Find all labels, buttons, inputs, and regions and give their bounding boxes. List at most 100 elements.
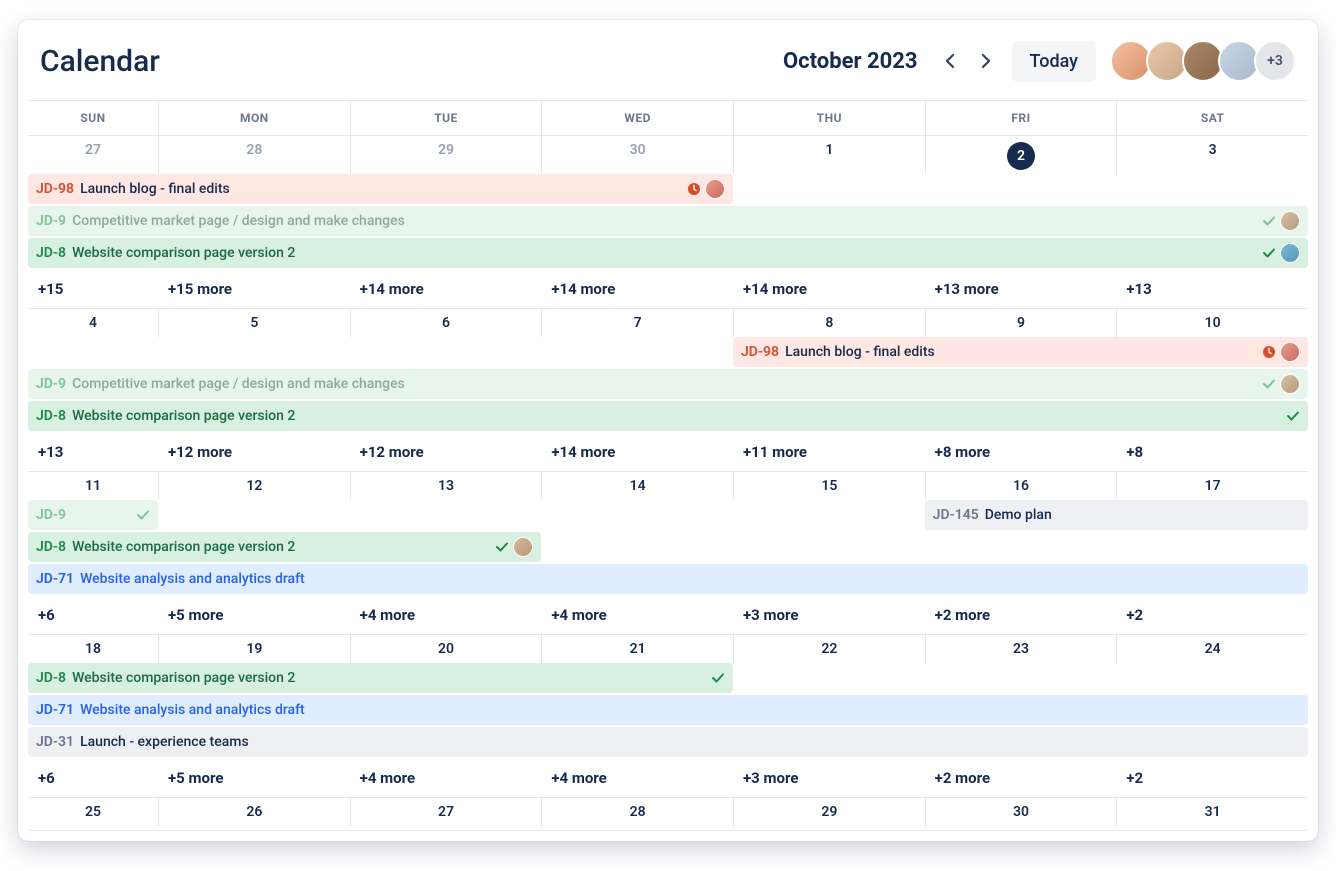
show-more-link[interactable]: +15 (28, 274, 158, 308)
show-more-link[interactable]: +14 more (350, 274, 542, 308)
issue-key: JD-98 (741, 344, 779, 360)
calendar-event[interactable]: JD-9 Competitive market page / design an… (28, 369, 1308, 399)
prev-month-button[interactable] (932, 43, 968, 79)
day-cell[interactable]: 1 (733, 136, 925, 174)
day-cell[interactable]: 30 (925, 798, 1117, 826)
day-cell[interactable]: 10 (1116, 309, 1308, 337)
event-title: Competitive market page / design and mak… (72, 213, 405, 229)
event-title: Website comparison page version 2 (72, 670, 295, 686)
show-more-link[interactable]: +2 (1116, 763, 1308, 797)
show-more-link[interactable]: +5 more (158, 600, 350, 634)
event-title: Website analysis and analytics draft (80, 702, 305, 718)
show-more-link[interactable]: +2 more (925, 763, 1117, 797)
day-cell[interactable]: 16 (925, 472, 1117, 500)
day-cell[interactable]: 5 (158, 309, 350, 337)
calendar-event[interactable]: JD-98 Launch blog - final edits (28, 174, 733, 204)
show-more-link[interactable]: +15 more (158, 274, 350, 308)
show-more-link[interactable]: +12 more (350, 437, 542, 471)
day-cell[interactable]: 19 (158, 635, 350, 663)
show-more-link[interactable]: +6 (28, 763, 158, 797)
show-more-link[interactable]: +3 more (733, 763, 925, 797)
day-cell[interactable]: 22 (733, 635, 925, 663)
check-icon (1262, 246, 1276, 260)
day-cell[interactable]: 20 (350, 635, 542, 663)
day-cell[interactable]: 15 (733, 472, 925, 500)
calendar-event[interactable]: JD-8 Website comparison page version 2 (28, 532, 541, 562)
show-more-link[interactable]: +3 more (733, 600, 925, 634)
day-cell[interactable]: 26 (158, 798, 350, 826)
day-cell[interactable]: 14 (541, 472, 733, 500)
show-more-link[interactable]: +11 more (733, 437, 925, 471)
calendar-event[interactable]: JD-8 Website comparison page version 2 (28, 238, 1308, 268)
calendar-event[interactable]: JD-145 Demo plan (925, 500, 1308, 530)
day-cell[interactable]: 25 (28, 798, 158, 826)
event-title: Website comparison page version 2 (72, 245, 295, 261)
calendar-event[interactable]: JD-9 Competitive market page / design an… (28, 206, 1308, 236)
day-cell[interactable]: 8 (733, 309, 925, 337)
avatar-overflow[interactable]: +3 (1254, 40, 1296, 82)
issue-key: JD-9 (36, 213, 66, 229)
show-more-link[interactable]: +14 more (541, 437, 733, 471)
calendar-event[interactable]: JD-71 Website analysis and analytics dra… (28, 695, 1308, 725)
show-more-link[interactable]: +14 more (541, 274, 733, 308)
day-cell[interactable]: 6 (350, 309, 542, 337)
next-month-button[interactable] (968, 43, 1004, 79)
day-cell[interactable]: 27 (28, 136, 158, 174)
day-cell[interactable]: 2 (925, 136, 1117, 174)
show-more-link[interactable]: +14 more (733, 274, 925, 308)
day-cell[interactable]: 3 (1116, 136, 1308, 174)
day-cell[interactable]: 29 (733, 798, 925, 826)
event-title: Launch blog - final edits (785, 344, 935, 360)
assignee-avatar (1280, 342, 1300, 362)
issue-key: JD-8 (36, 245, 66, 261)
issue-key: JD-145 (933, 507, 979, 523)
check-icon (1286, 409, 1300, 423)
day-cell[interactable]: 7 (541, 309, 733, 337)
show-more-link[interactable]: +4 more (350, 763, 542, 797)
day-cell[interactable]: 4 (28, 309, 158, 337)
calendar-event[interactable]: JD-9 (28, 500, 158, 530)
day-cell[interactable]: 27 (350, 798, 542, 826)
calendar-event[interactable]: JD-71 Website analysis and analytics dra… (28, 564, 1308, 594)
show-more-link[interactable]: +13 more (925, 274, 1117, 308)
day-cell[interactable]: 21 (541, 635, 733, 663)
show-more-link[interactable]: +4 more (541, 600, 733, 634)
show-more-link[interactable]: +4 more (541, 763, 733, 797)
day-cell[interactable]: 31 (1116, 798, 1308, 826)
check-icon (1262, 377, 1276, 391)
show-more-link[interactable]: +13 (28, 437, 158, 471)
day-cell[interactable]: 28 (158, 136, 350, 174)
show-more-link[interactable]: +13 (1116, 274, 1308, 308)
calendar-event[interactable]: JD-31 Launch - experience teams (28, 727, 1308, 757)
check-icon (711, 671, 725, 685)
show-more-link[interactable]: +5 more (158, 763, 350, 797)
day-cell[interactable]: 12 (158, 472, 350, 500)
check-icon (1262, 214, 1276, 228)
day-cell[interactable]: 23 (925, 635, 1117, 663)
show-more-link[interactable]: +8 (1116, 437, 1308, 471)
calendar-event[interactable]: JD-8 Website comparison page version 2 (28, 401, 1308, 431)
day-cell[interactable]: 29 (350, 136, 542, 174)
day-cell[interactable]: 18 (28, 635, 158, 663)
show-more-link[interactable]: +2 (1116, 600, 1308, 634)
show-more-link[interactable]: +8 more (925, 437, 1117, 471)
day-cell[interactable]: 24 (1116, 635, 1308, 663)
day-cell[interactable]: 30 (541, 136, 733, 174)
page-title: Calendar (40, 44, 160, 79)
day-cell[interactable]: 13 (350, 472, 542, 500)
check-icon (136, 508, 150, 522)
event-title: Launch - experience teams (80, 734, 249, 750)
show-more-link[interactable]: +6 (28, 600, 158, 634)
calendar-event[interactable]: JD-8 Website comparison page version 2 (28, 663, 733, 693)
show-more-link[interactable]: +4 more (350, 600, 542, 634)
day-cell[interactable]: 17 (1116, 472, 1308, 500)
show-more-link[interactable]: +12 more (158, 437, 350, 471)
show-more-link[interactable]: +2 more (925, 600, 1117, 634)
calendar-event[interactable]: JD-98 Launch blog - final edits (733, 337, 1308, 367)
day-cell[interactable]: 11 (28, 472, 158, 500)
day-cell[interactable]: 28 (541, 798, 733, 826)
issue-key: JD-9 (36, 507, 66, 523)
today-button[interactable]: Today (1012, 41, 1097, 82)
day-cell[interactable]: 9 (925, 309, 1117, 337)
month-label: October 2023 (783, 49, 917, 74)
